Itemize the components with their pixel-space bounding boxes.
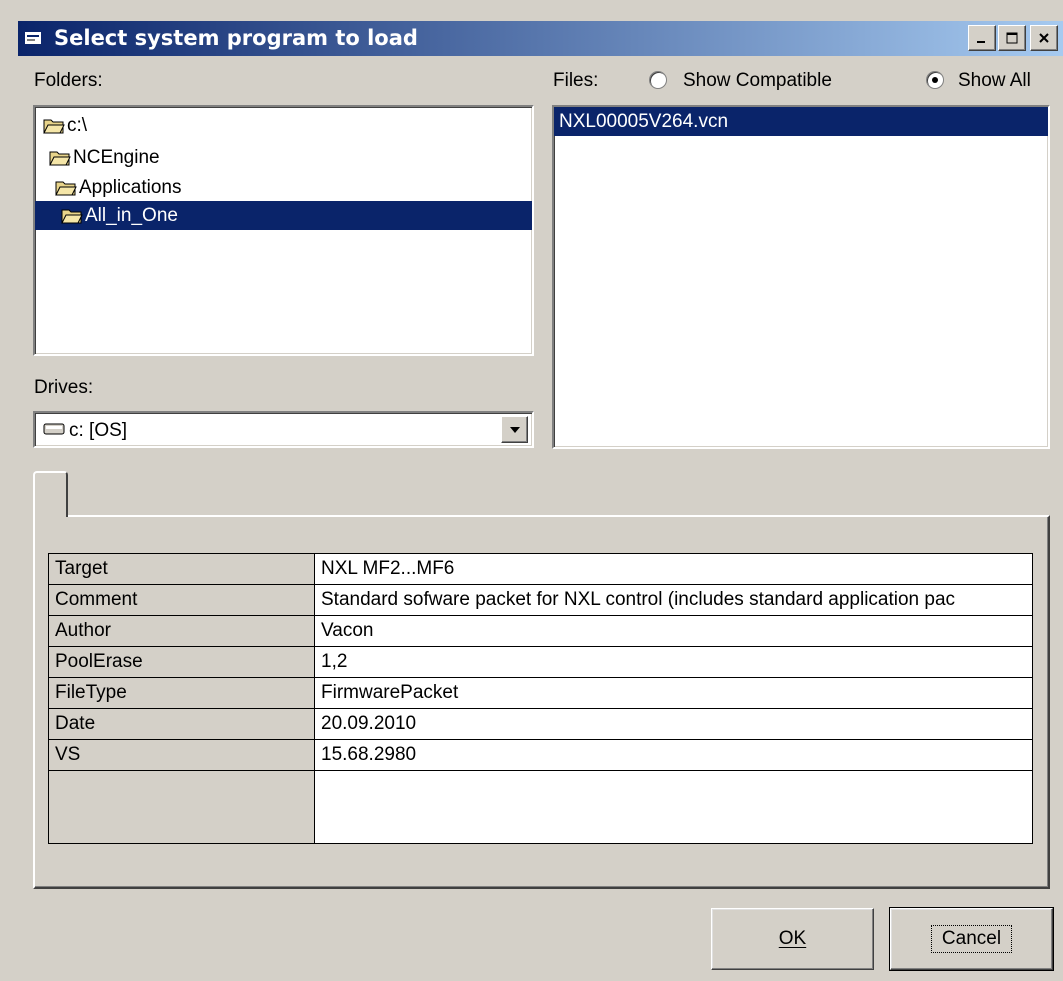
folder-item-label: Applications	[79, 176, 182, 198]
window-title: Select system program to load	[54, 26, 418, 50]
close-icon	[1039, 33, 1049, 43]
cancel-button-label: Cancel	[930, 925, 1013, 953]
file-item-label: NXL00005V264.vcn	[559, 111, 729, 132]
property-value[interactable]: Standard sofware packet for NXL control …	[314, 584, 1033, 616]
maximize-button[interactable]	[998, 25, 1026, 51]
property-key: Date	[48, 708, 315, 740]
title-bar[interactable]: Select system program to load	[18, 21, 1063, 56]
folder-item-c-root[interactable]: c:\	[43, 111, 87, 140]
minimize-icon	[977, 41, 985, 43]
property-value[interactable]: Vacon	[314, 615, 1033, 647]
files-list[interactable]: NXL00005V264.vcn	[552, 105, 1050, 449]
app-icon	[25, 32, 41, 44]
property-value[interactable]: 1,2	[314, 646, 1033, 678]
property-value[interactable]	[314, 770, 1033, 844]
table-row: FileType FirmwarePacket	[48, 677, 1033, 709]
properties-table: Target NXL MF2...MF6 Comment Standard sofwa…	[48, 553, 1033, 844]
table-row: Target NXL MF2...MF6	[48, 553, 1033, 585]
drives-dropdown-button[interactable]	[501, 416, 528, 443]
folder-item-ncengine[interactable]: NCEngine	[49, 143, 160, 172]
radio-dot-icon	[932, 77, 938, 83]
property-key: Target	[48, 553, 315, 585]
files-label: Files:	[553, 70, 599, 91]
property-value[interactable]: 20.09.2010	[314, 708, 1033, 740]
folder-item-all-in-one[interactable]: All_in_One	[35, 201, 532, 230]
property-key: Comment	[48, 584, 315, 616]
dialog-window: Select system program to load Folders: c…	[0, 0, 1063, 981]
folders-list[interactable]: c:\ NCEngine Applications All_in_One	[33, 105, 534, 356]
property-value[interactable]: NXL MF2...MF6	[314, 553, 1033, 585]
show-compatible-radio[interactable]	[649, 71, 667, 89]
table-row: Comment Standard sofware packet for NXL c…	[48, 584, 1033, 616]
ok-button-label: OK	[778, 928, 807, 949]
table-row-empty	[48, 770, 1033, 844]
table-row: Author Vacon	[48, 615, 1033, 647]
property-key: VS	[48, 739, 315, 771]
table-row: VS 15.68.2980	[48, 739, 1033, 771]
folder-item-label: c:\	[67, 114, 88, 136]
property-key: PoolErase	[48, 646, 315, 678]
open-folder-icon	[43, 119, 65, 133]
property-key	[48, 770, 315, 844]
show-all-radio[interactable]	[926, 71, 944, 89]
open-folder-icon	[61, 209, 83, 223]
table-row: PoolErase 1,2	[48, 646, 1033, 678]
minimize-button[interactable]	[968, 25, 996, 51]
property-key: Author	[48, 615, 315, 647]
folder-item-label: NCEngine	[73, 146, 160, 168]
drives-selected-value: c: [OS]	[69, 420, 128, 441]
drive-icon	[43, 423, 65, 435]
open-folder-icon	[55, 181, 77, 195]
maximize-icon	[1006, 32, 1018, 44]
table-row: Date 20.09.2010	[48, 708, 1033, 740]
ok-button[interactable]: OK	[711, 908, 874, 970]
drives-select[interactable]: c: [OS]	[33, 411, 534, 448]
drives-label: Drives:	[34, 377, 94, 398]
close-button[interactable]	[1030, 25, 1058, 51]
property-key: FileType	[48, 677, 315, 709]
chevron-down-icon	[509, 426, 520, 433]
folders-label: Folders:	[34, 70, 103, 91]
file-item[interactable]: NXL00005V264.vcn	[554, 107, 1048, 136]
property-value[interactable]: FirmwarePacket	[314, 677, 1033, 709]
tab-header[interactable]	[33, 471, 68, 517]
folder-item-label: All_in_One	[85, 204, 178, 226]
property-value[interactable]: 15.68.2980	[314, 739, 1033, 771]
folder-item-applications[interactable]: Applications	[55, 173, 181, 202]
show-compatible-label: Show Compatible	[683, 70, 832, 91]
open-folder-icon	[49, 151, 71, 165]
cancel-button[interactable]: Cancel	[889, 907, 1054, 971]
show-all-label: Show All	[958, 70, 1031, 91]
